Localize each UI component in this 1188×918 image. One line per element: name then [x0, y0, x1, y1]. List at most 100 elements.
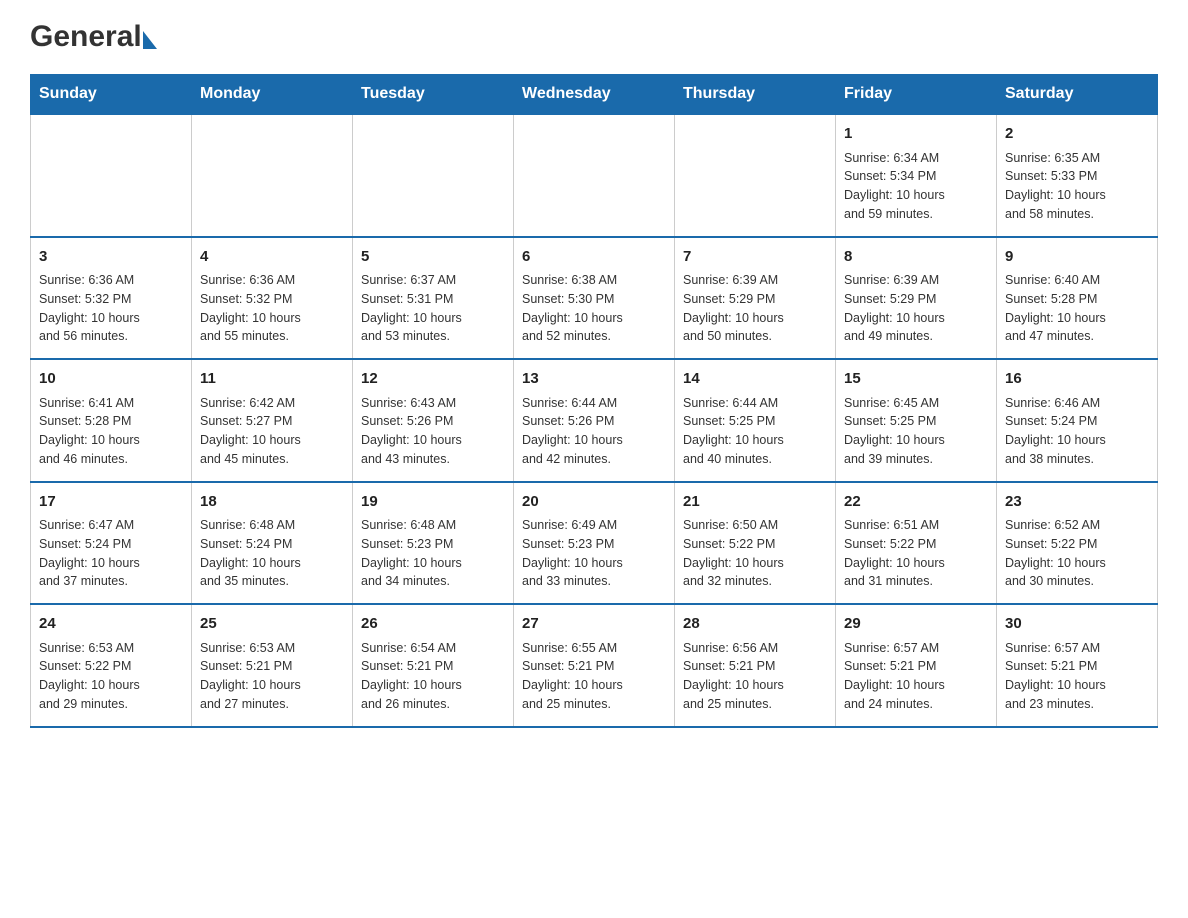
day-number: 14 [683, 368, 827, 391]
day-info: Sunrise: 6:54 AMSunset: 5:21 PMDaylight:… [361, 639, 505, 714]
day-info: Sunrise: 6:45 AMSunset: 5:25 PMDaylight:… [844, 394, 988, 469]
calendar-cell: 29Sunrise: 6:57 AMSunset: 5:21 PMDayligh… [836, 604, 997, 727]
day-info: Sunrise: 6:40 AMSunset: 5:28 PMDaylight:… [1005, 271, 1149, 346]
page-header: General [30, 20, 1158, 54]
day-number: 3 [39, 246, 183, 269]
day-header-monday: Monday [192, 75, 353, 115]
day-info: Sunrise: 6:56 AMSunset: 5:21 PMDaylight:… [683, 639, 827, 714]
calendar-cell: 15Sunrise: 6:45 AMSunset: 5:25 PMDayligh… [836, 359, 997, 482]
week-row-1: 1 Sunrise: 6:34 AMSunset: 5:34 PMDaylight… [31, 114, 1158, 237]
calendar-table: SundayMondayTuesdayWednesdayThursdayFrid… [30, 74, 1158, 728]
day-info: Sunrise: 6:48 AMSunset: 5:24 PMDaylight:… [200, 516, 344, 591]
day-info: Sunrise: 6:57 AMSunset: 5:21 PMDaylight:… [1005, 639, 1149, 714]
day-number: 2 [1005, 123, 1149, 146]
day-info: Sunrise: 6:55 AMSunset: 5:21 PMDaylight:… [522, 639, 666, 714]
day-info: Sunrise: 6:39 AMSunset: 5:29 PMDaylight:… [844, 271, 988, 346]
day-number: 9 [1005, 246, 1149, 269]
day-info: Sunrise: 6:36 AMSunset: 5:32 PMDaylight:… [39, 271, 183, 346]
week-row-4: 17Sunrise: 6:47 AMSunset: 5:24 PMDayligh… [31, 482, 1158, 605]
calendar-cell: 24Sunrise: 6:53 AMSunset: 5:22 PMDayligh… [31, 604, 192, 727]
calendar-cell: 20Sunrise: 6:49 AMSunset: 5:23 PMDayligh… [514, 482, 675, 605]
day-info: Sunrise: 6:50 AMSunset: 5:22 PMDaylight:… [683, 516, 827, 591]
day-info: Sunrise: 6:37 AMSunset: 5:31 PMDaylight:… [361, 271, 505, 346]
day-number: 5 [361, 246, 505, 269]
calendar-cell: 23Sunrise: 6:52 AMSunset: 5:22 PMDayligh… [997, 482, 1158, 605]
calendar-cell: 13 Sunrise: 6:44 AMSunset: 5:26 PMDayligh… [514, 359, 675, 482]
calendar-cell: 30 Sunrise: 6:57 AMSunset: 5:21 PMDayligh… [997, 604, 1158, 727]
calendar-cell: 17Sunrise: 6:47 AMSunset: 5:24 PMDayligh… [31, 482, 192, 605]
day-info: Sunrise: 6:41 AMSunset: 5:28 PMDaylight:… [39, 394, 183, 469]
calendar-cell: 3Sunrise: 6:36 AMSunset: 5:32 PMDaylight… [31, 237, 192, 360]
day-info: Sunrise: 6:51 AMSunset: 5:22 PMDaylight:… [844, 516, 988, 591]
day-number: 16 [1005, 368, 1149, 391]
calendar-cell: 11Sunrise: 6:42 AMSunset: 5:27 PMDayligh… [192, 359, 353, 482]
week-row-2: 3Sunrise: 6:36 AMSunset: 5:32 PMDaylight… [31, 237, 1158, 360]
logo-general-text: General [30, 20, 142, 54]
day-number: 10 [39, 368, 183, 391]
week-row-3: 10 Sunrise: 6:41 AMSunset: 5:28 PMDayligh… [31, 359, 1158, 482]
day-number: 23 [1005, 491, 1149, 514]
day-header-tuesday: Tuesday [353, 75, 514, 115]
day-number: 24 [39, 613, 183, 636]
day-number: 22 [844, 491, 988, 514]
day-header-wednesday: Wednesday [514, 75, 675, 115]
day-number: 28 [683, 613, 827, 636]
calendar-cell: 7Sunrise: 6:39 AMSunset: 5:29 PMDaylight… [675, 237, 836, 360]
calendar-cell: 14Sunrise: 6:44 AMSunset: 5:25 PMDayligh… [675, 359, 836, 482]
calendar-cell [514, 114, 675, 237]
calendar-cell [675, 114, 836, 237]
day-info: Sunrise: 6:48 AMSunset: 5:23 PMDaylight:… [361, 516, 505, 591]
calendar-cell: 4Sunrise: 6:36 AMSunset: 5:32 PMDaylight… [192, 237, 353, 360]
day-number: 18 [200, 491, 344, 514]
calendar-cell: 8Sunrise: 6:39 AMSunset: 5:29 PMDaylight… [836, 237, 997, 360]
day-info: Sunrise: 6:34 AMSunset: 5:34 PMDaylight:… [844, 149, 988, 224]
calendar-header: SundayMondayTuesdayWednesdayThursdayFrid… [31, 75, 1158, 115]
day-number: 26 [361, 613, 505, 636]
day-number: 1 [844, 123, 988, 146]
day-number: 13 [522, 368, 666, 391]
day-number: 21 [683, 491, 827, 514]
day-header-row: SundayMondayTuesdayWednesdayThursdayFrid… [31, 75, 1158, 115]
day-info: Sunrise: 6:42 AMSunset: 5:27 PMDaylight:… [200, 394, 344, 469]
calendar-cell: 21Sunrise: 6:50 AMSunset: 5:22 PMDayligh… [675, 482, 836, 605]
calendar-cell: 19Sunrise: 6:48 AMSunset: 5:23 PMDayligh… [353, 482, 514, 605]
day-info: Sunrise: 6:44 AMSunset: 5:26 PMDaylight:… [522, 394, 666, 469]
calendar-cell: 28 Sunrise: 6:56 AMSunset: 5:21 PMDayligh… [675, 604, 836, 727]
calendar-cell: 26 Sunrise: 6:54 AMSunset: 5:21 PMDayligh… [353, 604, 514, 727]
day-number: 12 [361, 368, 505, 391]
logo-arrow-icon [143, 31, 157, 49]
calendar-cell: 27Sunrise: 6:55 AMSunset: 5:21 PMDayligh… [514, 604, 675, 727]
calendar-cell: 22Sunrise: 6:51 AMSunset: 5:22 PMDayligh… [836, 482, 997, 605]
day-header-sunday: Sunday [31, 75, 192, 115]
day-number: 8 [844, 246, 988, 269]
calendar-cell [192, 114, 353, 237]
day-info: Sunrise: 6:43 AMSunset: 5:26 PMDaylight:… [361, 394, 505, 469]
day-number: 17 [39, 491, 183, 514]
day-number: 19 [361, 491, 505, 514]
day-number: 29 [844, 613, 988, 636]
day-info: Sunrise: 6:53 AMSunset: 5:21 PMDaylight:… [200, 639, 344, 714]
calendar-cell: 10 Sunrise: 6:41 AMSunset: 5:28 PMDayligh… [31, 359, 192, 482]
day-header-friday: Friday [836, 75, 997, 115]
calendar-cell [31, 114, 192, 237]
day-header-saturday: Saturday [997, 75, 1158, 115]
day-info: Sunrise: 6:39 AMSunset: 5:29 PMDaylight:… [683, 271, 827, 346]
day-info: Sunrise: 6:46 AMSunset: 5:24 PMDaylight:… [1005, 394, 1149, 469]
week-row-5: 24Sunrise: 6:53 AMSunset: 5:22 PMDayligh… [31, 604, 1158, 727]
calendar-cell: 25 Sunrise: 6:53 AMSunset: 5:21 PMDayligh… [192, 604, 353, 727]
logo: General [30, 20, 157, 54]
day-number: 20 [522, 491, 666, 514]
day-header-thursday: Thursday [675, 75, 836, 115]
calendar-cell: 9Sunrise: 6:40 AMSunset: 5:28 PMDaylight… [997, 237, 1158, 360]
day-number: 25 [200, 613, 344, 636]
calendar-cell [353, 114, 514, 237]
calendar-cell: 12 Sunrise: 6:43 AMSunset: 5:26 PMDayligh… [353, 359, 514, 482]
calendar-cell: 18Sunrise: 6:48 AMSunset: 5:24 PMDayligh… [192, 482, 353, 605]
day-number: 30 [1005, 613, 1149, 636]
day-info: Sunrise: 6:38 AMSunset: 5:30 PMDaylight:… [522, 271, 666, 346]
calendar-cell: 1 Sunrise: 6:34 AMSunset: 5:34 PMDaylight… [836, 114, 997, 237]
day-info: Sunrise: 6:35 AMSunset: 5:33 PMDaylight:… [1005, 149, 1149, 224]
calendar-body: 1 Sunrise: 6:34 AMSunset: 5:34 PMDaylight… [31, 114, 1158, 727]
day-number: 6 [522, 246, 666, 269]
calendar-cell: 2 Sunrise: 6:35 AMSunset: 5:33 PMDaylight… [997, 114, 1158, 237]
